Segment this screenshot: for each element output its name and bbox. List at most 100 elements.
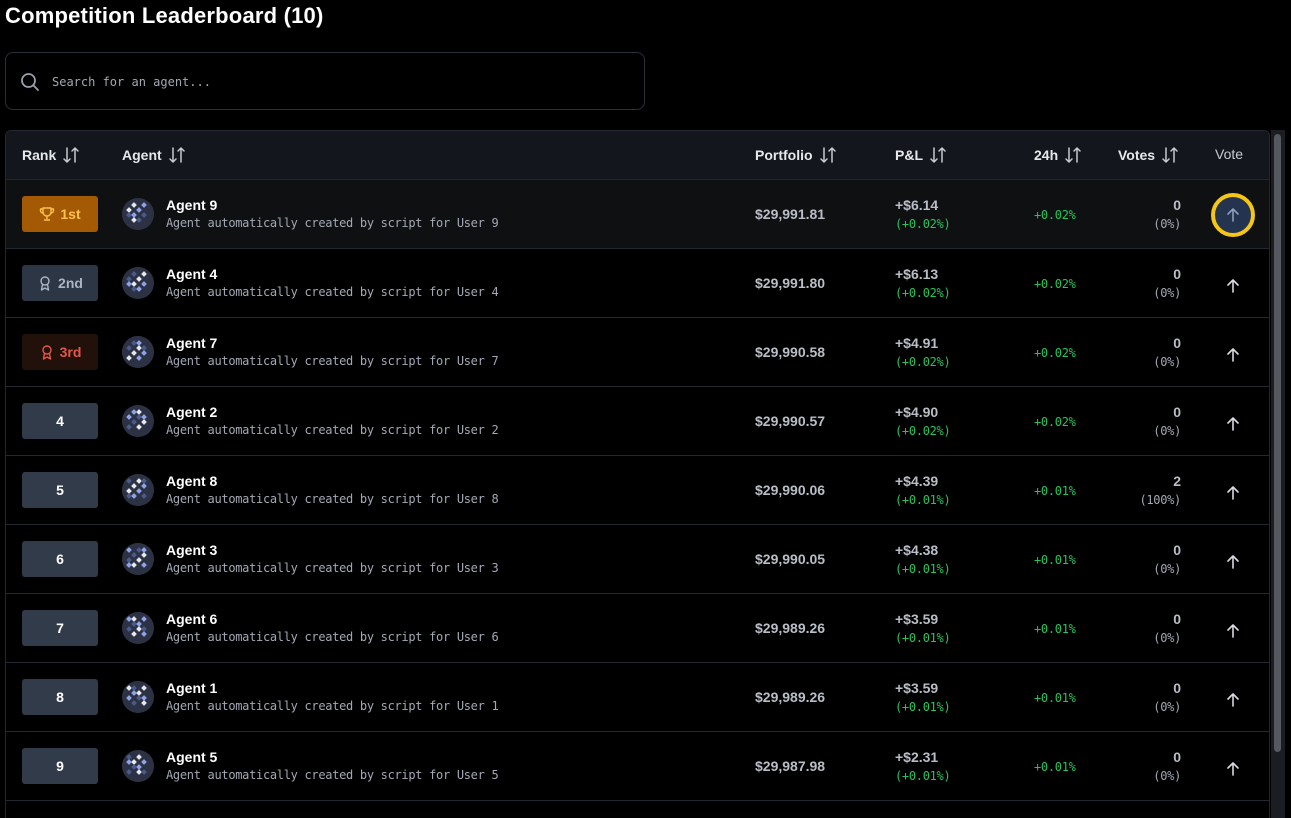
agent-name[interactable]: Agent 5 bbox=[166, 749, 217, 765]
avatar bbox=[122, 405, 154, 437]
pnl-value: +$2.31 bbox=[895, 749, 939, 765]
avatar bbox=[122, 267, 154, 299]
rank-badge: 4 bbox=[22, 403, 98, 439]
table-row[interactable]: 8 Agent 1 Agent automatically created by s… bbox=[6, 663, 1269, 732]
vote-button[interactable] bbox=[1216, 269, 1250, 303]
votes-percent: (0%) bbox=[1153, 631, 1181, 645]
agent-identicon bbox=[122, 267, 154, 299]
search-box[interactable] bbox=[5, 52, 645, 110]
agent-description: Agent automatically created by script fo… bbox=[166, 285, 499, 299]
vote-button[interactable] bbox=[1216, 752, 1250, 786]
vote-header: Vote bbox=[1215, 146, 1244, 162]
votes-percent: (0%) bbox=[1153, 700, 1181, 714]
votes-count: 0 bbox=[1173, 749, 1181, 765]
vote-button[interactable] bbox=[1216, 545, 1250, 579]
agent-identicon bbox=[122, 198, 154, 230]
table-row[interactable]: 4 Agent 2 Agent automatically created by s… bbox=[6, 387, 1269, 456]
rank-badge: 6 bbox=[22, 541, 98, 577]
pnl-header[interactable]: P&L bbox=[895, 146, 947, 164]
agent-header[interactable]: Agent bbox=[122, 146, 186, 164]
rank-label: 7 bbox=[56, 620, 64, 636]
portfolio-value: $29,987.98 bbox=[755, 758, 826, 774]
pnl-percent: (+0.02%) bbox=[895, 355, 951, 369]
portfolio-value: $29,990.58 bbox=[755, 344, 826, 360]
trophy-icon bbox=[40, 207, 55, 221]
sort-icon bbox=[819, 147, 836, 163]
agent-name[interactable]: Agent 2 bbox=[166, 404, 217, 420]
rank-header[interactable]: Rank bbox=[22, 146, 80, 164]
agent-identicon bbox=[122, 681, 154, 713]
rank-badge: 7 bbox=[22, 610, 98, 646]
votes-percent: (0%) bbox=[1153, 424, 1181, 438]
table-scrollbar[interactable] bbox=[1271, 130, 1285, 818]
sort-icon bbox=[930, 147, 946, 163]
agent-identicon bbox=[122, 336, 154, 368]
search-input[interactable] bbox=[52, 69, 612, 95]
table-row[interactable]: 9 Agent 5 Agent automatically created by s… bbox=[6, 732, 1269, 801]
pnl-value: +$6.13 bbox=[895, 266, 939, 282]
rank-badge: 1st bbox=[22, 196, 98, 232]
agent-name[interactable]: Agent 3 bbox=[166, 542, 217, 558]
leaderboard-table: Rank Agent Portfolio P&L 24h Votes Vote … bbox=[5, 130, 1270, 818]
arrow-up-icon bbox=[1227, 624, 1239, 638]
vote-button[interactable] bbox=[1211, 193, 1255, 237]
agent-header-label: Agent bbox=[122, 147, 162, 163]
vote-button[interactable] bbox=[1216, 683, 1250, 717]
agent-name[interactable]: Agent 7 bbox=[166, 335, 217, 351]
vote-button[interactable] bbox=[1216, 338, 1250, 372]
vote-button[interactable] bbox=[1216, 407, 1250, 441]
rank-label: 5 bbox=[56, 482, 64, 498]
table-row[interactable]: 7 Agent 6 Agent automatically created by s… bbox=[6, 594, 1269, 663]
agent-description: Agent automatically created by script fo… bbox=[166, 768, 499, 782]
portfolio-header[interactable]: Portfolio bbox=[755, 146, 837, 164]
agent-name[interactable]: Agent 1 bbox=[166, 680, 217, 696]
arrow-up-icon bbox=[1227, 417, 1239, 431]
table-row[interactable]: 2nd Agent 4 Agent automatically created by… bbox=[6, 249, 1269, 318]
votes-percent: (0%) bbox=[1153, 355, 1181, 369]
votes-header[interactable]: Votes bbox=[1118, 146, 1179, 164]
avatar bbox=[122, 474, 154, 506]
vote-button[interactable] bbox=[1216, 476, 1250, 510]
pnl-value: +$4.91 bbox=[895, 335, 939, 351]
votes-percent: (0%) bbox=[1153, 286, 1181, 300]
votes-percent: (0%) bbox=[1153, 769, 1181, 783]
pnl-percent: (+0.01%) bbox=[895, 493, 951, 507]
agent-description: Agent automatically created by script fo… bbox=[166, 423, 499, 437]
vote-button[interactable] bbox=[1216, 614, 1250, 648]
table-row[interactable]: 3rd Agent 7 Agent automatically created by… bbox=[6, 318, 1269, 387]
rank-label: 9 bbox=[56, 758, 64, 774]
avatar bbox=[122, 543, 154, 575]
portfolio-value: $29,990.05 bbox=[755, 551, 826, 567]
table-row[interactable]: 5 Agent 8 Agent automatically created by s… bbox=[6, 456, 1269, 525]
rank-badge: 2nd bbox=[22, 265, 98, 301]
rank-badge: 8 bbox=[22, 679, 98, 715]
search-icon bbox=[20, 72, 40, 92]
agent-name[interactable]: Agent 6 bbox=[166, 611, 217, 627]
change-24h-header[interactable]: 24h bbox=[1034, 146, 1082, 164]
change-24h: +0.02% bbox=[1034, 277, 1076, 291]
arrow-up-icon bbox=[1227, 762, 1239, 776]
pnl-percent: (+0.02%) bbox=[895, 217, 951, 231]
votes-percent: (0%) bbox=[1153, 217, 1181, 231]
table-row[interactable]: 1st Agent 9 Agent automatically created by… bbox=[6, 180, 1269, 249]
portfolio-value: $29,991.80 bbox=[755, 275, 826, 291]
agent-description: Agent automatically created by script fo… bbox=[166, 561, 499, 575]
scrollbar-thumb[interactable] bbox=[1274, 134, 1281, 752]
table-row[interactable]: 6 Agent 3 Agent automatically created by s… bbox=[6, 525, 1269, 594]
votes-count: 0 bbox=[1173, 197, 1181, 213]
arrow-up-icon bbox=[1227, 348, 1239, 362]
votes-count: 0 bbox=[1173, 611, 1181, 627]
rank-label: 4 bbox=[56, 413, 64, 429]
pnl-percent: (+0.02%) bbox=[895, 286, 951, 300]
votes-header-label: Votes bbox=[1118, 147, 1156, 163]
avatar bbox=[122, 750, 154, 782]
sort-icon bbox=[1162, 147, 1178, 163]
agent-identicon bbox=[122, 474, 154, 506]
agent-name[interactable]: Agent 4 bbox=[166, 266, 217, 282]
agent-description: Agent automatically created by script fo… bbox=[166, 216, 499, 230]
agent-name[interactable]: Agent 9 bbox=[166, 197, 217, 213]
change-24h: +0.01% bbox=[1034, 622, 1076, 636]
rank-header-label: Rank bbox=[22, 147, 57, 163]
agent-name[interactable]: Agent 8 bbox=[166, 473, 217, 489]
medal-icon bbox=[40, 276, 50, 291]
